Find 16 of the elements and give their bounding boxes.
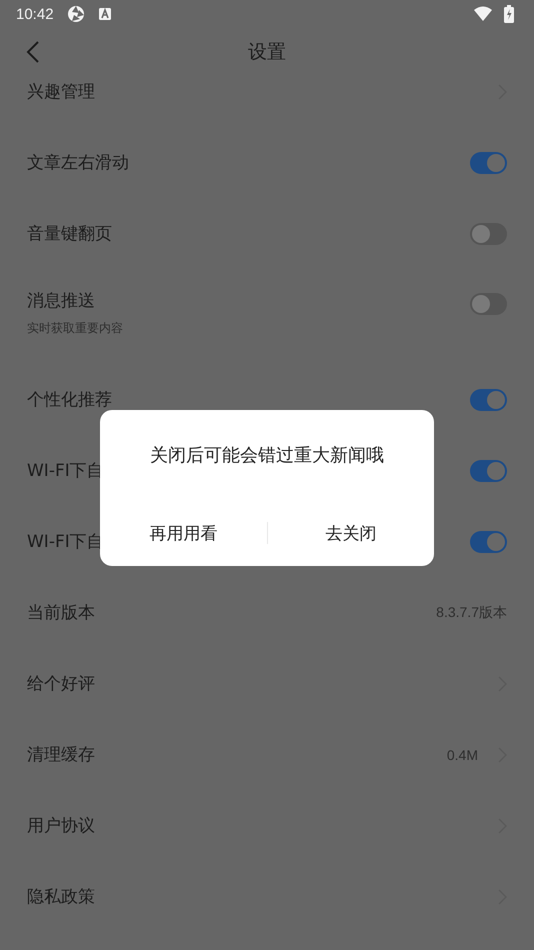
setting-label: 用户协议 xyxy=(27,815,95,837)
setting-label: 当前版本 xyxy=(27,602,95,624)
status-time: 10:42 xyxy=(16,6,54,22)
page-title: 设置 xyxy=(248,40,286,65)
dialog-message: 关闭后可能会错过重大新闻哦 xyxy=(150,444,384,467)
setting-label: 音量键翻页 xyxy=(27,223,112,245)
setting-label: 消息推送 xyxy=(27,290,96,312)
setting-label: 个性化推荐 xyxy=(27,389,112,411)
setting-value: 8.3.7.7版本 xyxy=(436,604,507,622)
setting-subtitle: 实时获取重要内容 xyxy=(27,320,123,337)
setting-label: 兴趣管理 xyxy=(27,81,95,103)
setting-label: 隐私政策 xyxy=(27,886,95,908)
setting-value: 0.4M xyxy=(446,746,478,762)
setting-label: 文章左右滑动 xyxy=(27,152,129,174)
setting-label: 给个好评 xyxy=(27,673,95,695)
setting-label: 清理缓存 xyxy=(27,744,95,766)
